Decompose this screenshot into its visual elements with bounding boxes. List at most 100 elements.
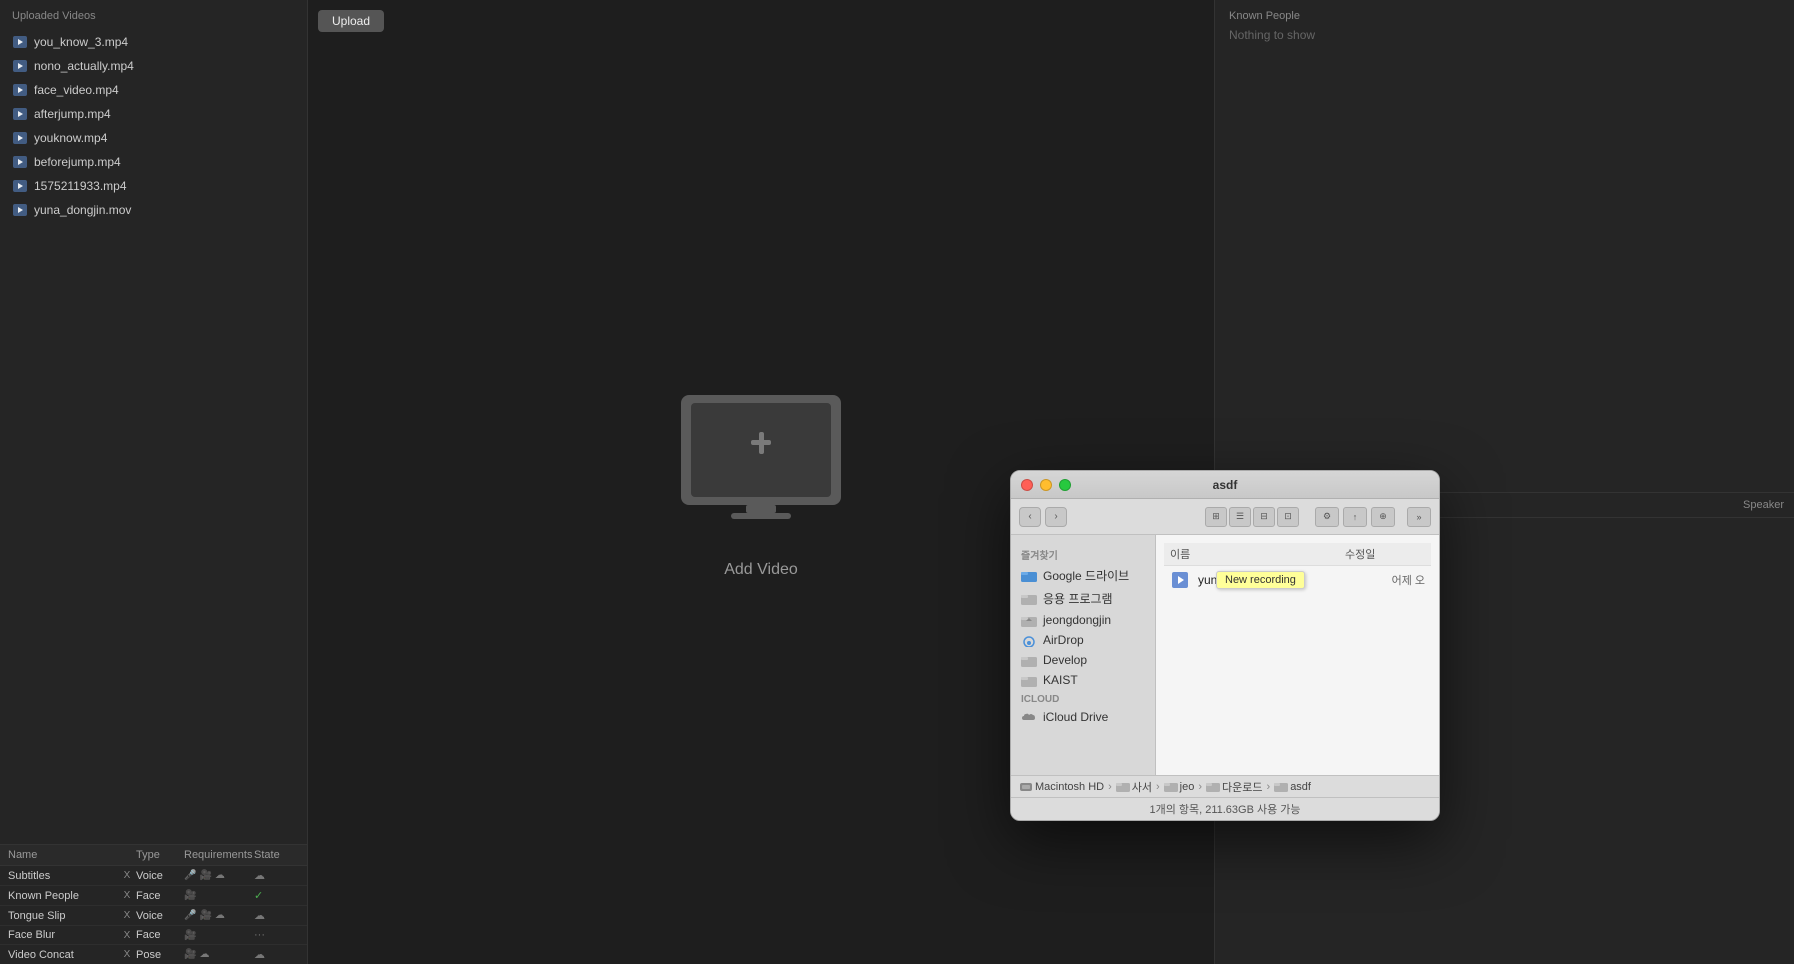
- camera-icon: 🎥: [199, 870, 211, 881]
- maximize-button[interactable]: [1059, 479, 1071, 491]
- gdrive-label: Google 드라이브: [1043, 567, 1129, 584]
- mic-icon: 🎤: [184, 870, 196, 881]
- video-item[interactable]: yuna_dongjin.mov: [0, 198, 307, 222]
- path-user: jeo: [1164, 781, 1195, 793]
- finder-toolbar: ‹ › ⊞ ☰ ⊟ ⊡ ⚙ ↑ ⊕ »: [1011, 499, 1439, 535]
- table-rows: Subtitles X Voice 🎤🎥☁ ☁ Known People X F…: [0, 866, 307, 964]
- kaist-icon: [1021, 674, 1037, 687]
- speaker-col: Speaker: [1743, 499, 1784, 511]
- kaist-label: KAIST: [1043, 673, 1078, 687]
- sidebar-item-kaist[interactable]: KAIST: [1011, 670, 1155, 690]
- sidebar-item-airdrop[interactable]: AirDrop: [1011, 630, 1155, 650]
- row-x: X: [118, 930, 136, 941]
- video-file-icon: [12, 82, 28, 98]
- finder-file-area: 이름 수정일 yunabyungseo.mov 어제 오 New recordi…: [1156, 535, 1439, 775]
- video-item[interactable]: nono_actually.mp4: [0, 54, 307, 78]
- video-list: you_know_3.mp4 nono_actually.mp4 face_vi…: [0, 28, 307, 844]
- finder-titlebar: asdf: [1011, 471, 1439, 499]
- col-req-header: Requirements: [184, 849, 254, 861]
- folder-path-icon-1: [1116, 781, 1130, 792]
- home-label: jeongdongjin: [1043, 613, 1111, 627]
- add-video-label: Add Video: [724, 561, 798, 579]
- upload-button[interactable]: Upload: [318, 10, 384, 32]
- sidebar-item-apps[interactable]: 응용 프로그램: [1011, 587, 1155, 610]
- sidebar-item-gdrive[interactable]: Google 드라이브: [1011, 564, 1155, 587]
- row-req: 🎥: [184, 890, 254, 901]
- row-name: Known People: [8, 890, 118, 902]
- finder-column-header: 이름 수정일: [1164, 543, 1431, 566]
- row-req: 🎤🎥☁: [184, 910, 254, 921]
- video-item[interactable]: afterjump.mp4: [0, 102, 307, 126]
- cloud-icon: ☁: [199, 949, 209, 960]
- camera-icon: 🎥: [184, 930, 196, 941]
- column-view-button[interactable]: ⊟: [1253, 507, 1275, 527]
- gallery-view-button[interactable]: ⊡: [1277, 507, 1299, 527]
- icloud-icon: [1021, 711, 1037, 724]
- view-buttons: ⊞ ☰ ⊟ ⊡: [1205, 507, 1299, 527]
- camera-icon: 🎥: [184, 949, 196, 960]
- video-name: you_know_3.mp4: [34, 35, 128, 49]
- known-people-title: Known People: [1229, 10, 1780, 22]
- gear-icon[interactable]: ⚙: [1315, 507, 1339, 527]
- icon-view-button[interactable]: ⊞: [1205, 507, 1227, 527]
- path-library: 사서: [1116, 779, 1152, 795]
- row-type: Voice: [136, 910, 184, 922]
- apps-icon: [1021, 592, 1037, 605]
- uploaded-videos-header: Uploaded Videos: [0, 0, 307, 28]
- row-x: X: [118, 870, 136, 881]
- video-name: afterjump.mp4: [34, 107, 111, 121]
- new-recording-tooltip: New recording: [1216, 571, 1305, 589]
- sidebar-item-home[interactable]: jeongdongjin: [1011, 610, 1155, 630]
- row-req: 🎥☁: [184, 949, 254, 960]
- finder-sidebar: 즐겨찾기 Google 드라이브 응용 프로그램: [1011, 535, 1156, 775]
- tag-button[interactable]: ⊕: [1371, 507, 1395, 527]
- finder-pathbar: Macintosh HD › 사서 › jeo ›: [1011, 775, 1439, 797]
- close-button[interactable]: [1021, 479, 1033, 491]
- row-x: X: [118, 890, 136, 901]
- path-asdf: asdf: [1274, 781, 1311, 793]
- forward-button[interactable]: ›: [1045, 507, 1067, 527]
- folder-path-icon-2: [1164, 781, 1178, 792]
- right-top: Known People Nothing to show: [1215, 0, 1794, 493]
- row-state: ···: [254, 929, 294, 941]
- minimize-button[interactable]: [1040, 479, 1052, 491]
- develop-label: Develop: [1043, 653, 1087, 667]
- video-item[interactable]: beforejump.mp4: [0, 150, 307, 174]
- row-type: Face: [136, 929, 184, 941]
- table-row: Video Concat X Pose 🎥☁ ☁: [0, 945, 307, 964]
- video-item[interactable]: youknow.mp4: [0, 126, 307, 150]
- titlebar-buttons: [1021, 479, 1071, 491]
- video-name: 1575211933.mp4: [34, 179, 127, 193]
- row-state: ☁: [254, 909, 294, 922]
- row-name: Face Blur: [8, 929, 118, 941]
- apps-label: 응용 프로그램: [1043, 590, 1113, 607]
- finder-dialog: asdf ‹ › ⊞ ☰ ⊟ ⊡ ⚙ ↑ ⊕ »: [1010, 470, 1440, 821]
- cloud-icon: ☁: [215, 910, 225, 921]
- back-button[interactable]: ‹: [1019, 507, 1041, 527]
- row-req: 🎥: [184, 930, 254, 941]
- video-name: yuna_dongjin.mov: [34, 203, 131, 217]
- row-state: ☁: [254, 948, 294, 961]
- row-type: Voice: [136, 870, 184, 882]
- file-date: 어제 오: [1392, 572, 1425, 588]
- sidebar-item-icloud[interactable]: iCloud Drive: [1011, 707, 1155, 727]
- row-x: X: [118, 910, 136, 921]
- list-view-button[interactable]: ☰: [1229, 507, 1251, 527]
- cloud-icon: ☁: [215, 870, 225, 881]
- video-item[interactable]: you_know_3.mp4: [0, 30, 307, 54]
- video-file-icon: [1170, 570, 1190, 590]
- video-name: youknow.mp4: [34, 131, 107, 145]
- monitor-icon: [661, 385, 861, 545]
- favorites-section: 즐겨찾기: [1011, 543, 1155, 564]
- finder-statusbar: 1개의 항목, 211.63GB 사용 가능: [1011, 797, 1439, 820]
- video-item[interactable]: face_video.mp4: [0, 78, 307, 102]
- share-button[interactable]: ↑: [1343, 507, 1367, 527]
- video-item[interactable]: 1575211933.mp4: [0, 174, 307, 198]
- video-file-icon: [12, 154, 28, 170]
- path-hd: Macintosh HD: [1019, 781, 1104, 793]
- col-state-header: State: [254, 849, 294, 861]
- finder-title: asdf: [1213, 478, 1238, 492]
- sidebar-item-develop[interactable]: Develop: [1011, 650, 1155, 670]
- add-video-box: Add Video: [661, 385, 861, 579]
- expand-button[interactable]: »: [1407, 507, 1431, 527]
